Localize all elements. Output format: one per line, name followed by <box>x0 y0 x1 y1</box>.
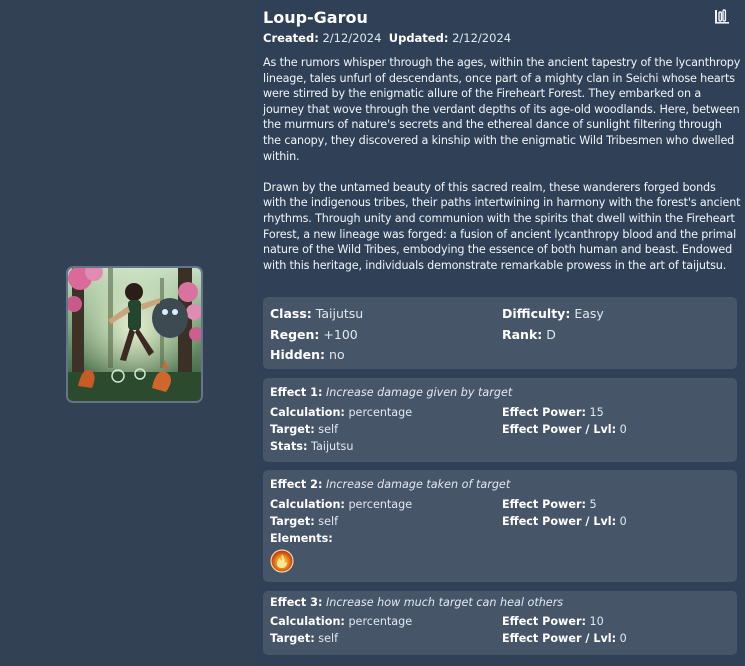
regen-value: +100 <box>323 327 358 342</box>
elements-label: Elements: <box>270 532 333 545</box>
effect-power-value: 15 <box>589 406 604 419</box>
hidden-label: Hidden: <box>270 347 326 362</box>
target-value: self <box>318 423 339 436</box>
effect-card: Effect 1: Increase damage given by targe… <box>263 378 737 462</box>
effect-power-per-level-label: Effect Power / Lvl: <box>502 423 617 436</box>
class-value: Taijutsu <box>315 306 364 321</box>
rank-value: D <box>546 327 556 342</box>
effect-card: Effect 2: Increase damage taken of targe… <box>263 470 737 582</box>
calculation-value: percentage <box>348 406 413 419</box>
regen-label: Regen: <box>270 327 320 342</box>
portrait-image <box>68 268 201 401</box>
description-paragraph: Drawn by the untamed beauty of this sacr… <box>263 180 741 272</box>
rank-label: Rank: <box>502 327 543 342</box>
effect-power-value: 10 <box>589 615 604 628</box>
effect-power-label: Effect Power: <box>502 615 586 628</box>
target-label: Target: <box>270 423 315 436</box>
calculation-label: Calculation: <box>270 615 345 628</box>
difficulty-field: Difficulty: Easy <box>502 306 604 321</box>
fire-element-icon <box>270 549 294 573</box>
effect-title: Effect 2: <box>270 478 323 491</box>
left-panel <box>0 0 255 666</box>
hidden-value: no <box>329 347 345 362</box>
effect-power-label: Effect Power: <box>502 498 586 511</box>
bloodline-info-card: Class: Taijutsu Difficulty: Easy Regen: … <box>263 297 737 369</box>
target-field: Target: self <box>270 515 338 528</box>
class-label: Class: <box>270 306 312 321</box>
calculation-label: Calculation: <box>270 498 345 511</box>
calculation-value: percentage <box>348 498 413 511</box>
effect-power-per-level-field: Effect Power / Lvl: 0 <box>502 515 627 528</box>
regen-field: Regen: +100 <box>270 327 358 342</box>
stats-label: Stats: <box>270 440 308 453</box>
effect-power-per-level-label: Effect Power / Lvl: <box>502 632 617 645</box>
class-field: Class: Taijutsu <box>270 306 363 321</box>
created-value: 2/12/2024 <box>322 31 382 45</box>
calculation-label: Calculation: <box>270 406 345 419</box>
difficulty-label: Difficulty: <box>502 306 571 321</box>
bloodline-portrait <box>66 266 203 403</box>
hidden-field: Hidden: no <box>270 347 345 362</box>
target-label: Target: <box>270 515 315 528</box>
stats-value: Taijutsu <box>311 440 354 453</box>
effect-description: Increase how much target can heal others <box>326 596 564 609</box>
timestamps: Created: 2/12/2024 Updated: 2/12/2024 <box>263 31 511 45</box>
updated-value: 2/12/2024 <box>452 31 512 45</box>
target-value: self <box>318 632 339 645</box>
effect-card: Effect 3: Increase how much target can h… <box>263 591 737 655</box>
target-field: Target: self <box>270 423 338 436</box>
effect-power-per-level-value: 0 <box>619 632 627 645</box>
rank-field: Rank: D <box>502 327 556 342</box>
bloodline-description: As the rumors whisper through the ages, … <box>263 55 741 289</box>
effect-power-value: 5 <box>589 498 597 511</box>
effect-heading: Effect 2: Increase damage taken of targe… <box>270 478 510 491</box>
effect-power-per-level-value: 0 <box>619 515 627 528</box>
difficulty-value: Easy <box>574 306 604 321</box>
effect-power-field: Effect Power: 10 <box>502 615 604 628</box>
page-title: Loup-Garou <box>263 8 368 27</box>
effect-description: Increase damage taken of target <box>326 478 511 491</box>
target-field: Target: self <box>270 632 338 645</box>
effect-power-field: Effect Power: 15 <box>502 406 604 419</box>
effect-power-label: Effect Power: <box>502 406 586 419</box>
created-label: Created: <box>263 31 319 45</box>
stats-field: Stats: Taijutsu <box>270 440 353 453</box>
calculation-field: Calculation: percentage <box>270 498 412 511</box>
target-value: self <box>318 515 339 528</box>
effect-title: Effect 3: <box>270 596 323 609</box>
effect-power-per-level-label: Effect Power / Lvl: <box>502 515 617 528</box>
calculation-field: Calculation: percentage <box>270 406 412 419</box>
effect-power-field: Effect Power: 5 <box>502 498 597 511</box>
updated-label: Updated: <box>388 31 449 45</box>
effect-power-per-level-field: Effect Power / Lvl: 0 <box>502 423 627 436</box>
target-label: Target: <box>270 632 315 645</box>
effect-power-per-level-field: Effect Power / Lvl: 0 <box>502 632 627 645</box>
effect-power-per-level-value: 0 <box>619 423 627 436</box>
elements-field: Elements: <box>270 532 333 545</box>
effect-heading: Effect 3: Increase how much target can h… <box>270 596 563 609</box>
effect-description: Increase damage given by target <box>326 386 513 399</box>
description-paragraph: As the rumors whisper through the ages, … <box>263 56 741 163</box>
calculation-field: Calculation: percentage <box>270 615 412 628</box>
effect-title: Effect 1: <box>270 386 323 399</box>
bloodline-details: Loup-Garou Created: 2/12/2024 Updated: 2… <box>255 0 745 666</box>
calculation-value: percentage <box>348 615 413 628</box>
effect-heading: Effect 1: Increase damage given by targe… <box>270 386 512 399</box>
bar-chart-icon[interactable] <box>713 7 731 25</box>
